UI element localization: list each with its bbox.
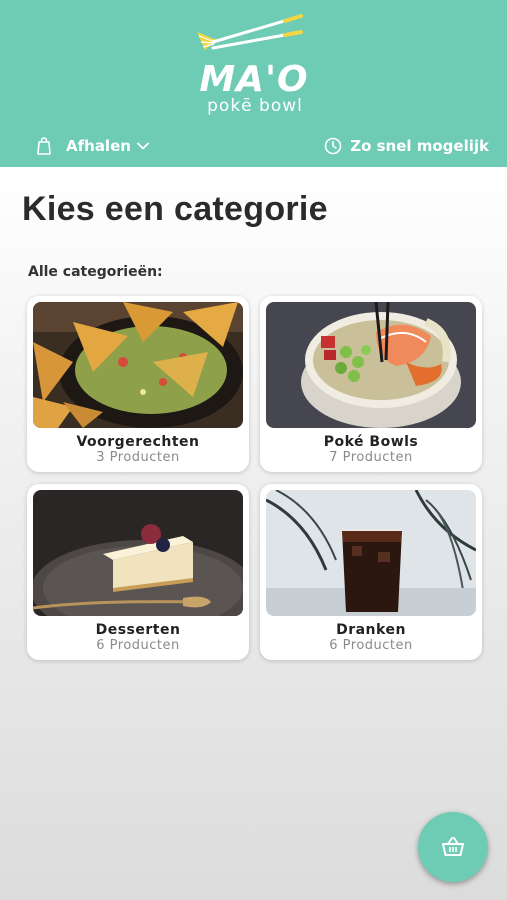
order-time-selector[interactable]: Zo snel mogelijk: [324, 134, 489, 158]
category-name: Dranken: [336, 622, 406, 638]
clock-icon: [324, 137, 342, 155]
category-card-voorgerechten[interactable]: Voorgerechten 3 Producten: [27, 296, 249, 472]
app-header: MA'O pokē bowl Afhalen Zo snel mogelijk: [0, 0, 507, 167]
category-count: 6 Producten: [329, 638, 413, 653]
cart-button[interactable]: [418, 812, 488, 882]
category-image: [266, 302, 476, 428]
order-type-label: Afhalen: [66, 137, 131, 155]
brand-name: MA'O: [199, 59, 309, 100]
basket-icon: [442, 837, 464, 856]
brand-subtitle: pokē bowl: [207, 96, 303, 116]
category-count: 6 Producten: [96, 638, 180, 653]
category-name: Voorgerechten: [76, 434, 200, 450]
order-type-dropdown[interactable]: Afhalen: [36, 134, 149, 158]
category-image: [33, 490, 243, 616]
category-count: 3 Producten: [96, 450, 180, 465]
category-card-poke-bowls[interactable]: Poké Bowls 7 Producten: [260, 296, 482, 472]
page-title: Kies een categorie: [22, 190, 328, 228]
category-image: [33, 302, 243, 428]
category-name: Poké Bowls: [323, 434, 419, 450]
category-name: Desserten: [95, 622, 181, 638]
category-card-desserten[interactable]: Desserten 6 Producten: [27, 484, 249, 660]
brand-logo[interactable]: MA'O pokē bowl: [195, 10, 315, 116]
order-time-label: Zo snel mogelijk: [350, 137, 489, 155]
category-count: 7 Producten: [329, 450, 413, 465]
chevron-down-icon: [137, 142, 149, 150]
category-image: [266, 490, 476, 616]
section-label: Alle categorieën:: [28, 264, 163, 280]
bag-icon: [37, 137, 51, 155]
category-card-dranken[interactable]: Dranken 6 Producten: [260, 484, 482, 660]
